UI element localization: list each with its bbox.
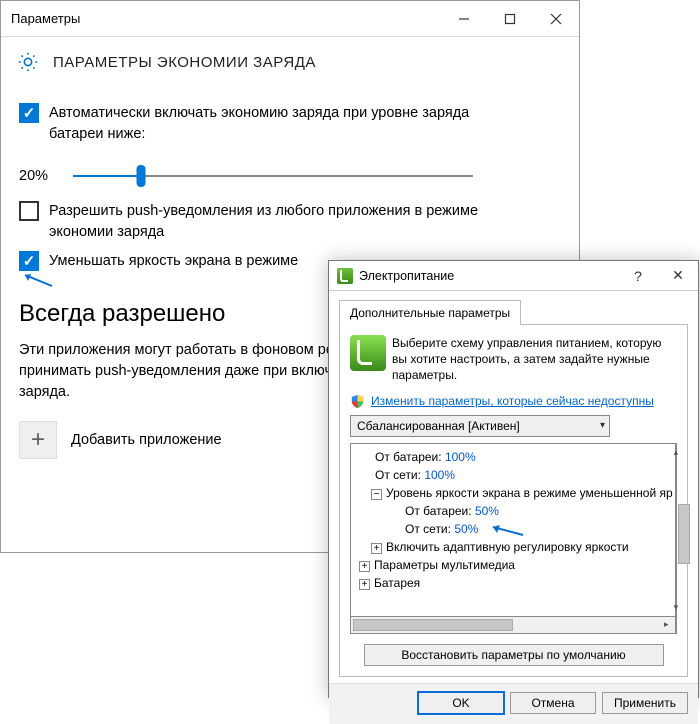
apply-button[interactable]: Применить bbox=[602, 692, 688, 714]
threshold-slider-row: 20% bbox=[19, 165, 561, 187]
tree-dim-plugged-value[interactable]: 50% bbox=[454, 522, 478, 536]
power-description: Выберите схему управления питанием, кото… bbox=[392, 335, 677, 384]
push-row: Разрешить push-уведомления из любого при… bbox=[19, 201, 561, 243]
help-button[interactable]: ? bbox=[618, 261, 658, 291]
tree-multimedia[interactable]: Параметры мультимедиа bbox=[374, 558, 515, 572]
expand-icon[interactable]: + bbox=[371, 543, 382, 554]
collapse-icon[interactable]: − bbox=[371, 489, 382, 500]
power-plan-icon bbox=[337, 268, 353, 284]
page-header: ПАРАМЕТРЫ ЭКОНОМИИ ЗАРЯДА bbox=[1, 37, 579, 83]
settings-titlebar: Параметры bbox=[1, 1, 579, 37]
tree-adaptive-brightness[interactable]: Включить адаптивную регулировку яркости bbox=[386, 540, 629, 554]
cancel-button[interactable]: Отмена bbox=[510, 692, 596, 714]
power-tab-content: Выберите схему управления питанием, кото… bbox=[339, 325, 688, 677]
admin-link-row: Изменить параметры, которые сейчас недос… bbox=[350, 394, 677, 409]
annotation-arrow-icon bbox=[483, 522, 527, 540]
power-window-title: Электропитание bbox=[359, 269, 618, 283]
tree-battery-group[interactable]: Батарея bbox=[374, 576, 420, 590]
maximize-button[interactable] bbox=[487, 1, 533, 37]
dim-checkbox[interactable] bbox=[19, 251, 39, 271]
auto-enable-label: Автоматически включать экономию заряда п… bbox=[49, 103, 509, 145]
ok-button[interactable]: OK bbox=[418, 692, 504, 714]
tab-advanced[interactable]: Дополнительные параметры bbox=[339, 300, 521, 325]
chevron-down-icon: ▾ bbox=[600, 420, 605, 431]
tree-scroll-horizontal[interactable]: ◂ ▸ bbox=[350, 617, 676, 634]
minimize-button[interactable] bbox=[441, 1, 487, 37]
expand-icon[interactable]: + bbox=[359, 561, 370, 572]
power-footer: OK Отмена Применить bbox=[329, 683, 698, 724]
scroll-right-icon[interactable]: ▸ bbox=[658, 617, 675, 633]
power-close-button[interactable]: ✕ bbox=[658, 261, 698, 291]
tree-dim-plugged-label: От сети: bbox=[405, 522, 451, 536]
slider-value: 20% bbox=[19, 168, 55, 184]
power-description-row: Выберите схему управления питанием, кото… bbox=[350, 335, 677, 384]
auto-enable-checkbox[interactable] bbox=[19, 103, 39, 123]
tree-dim-brightness[interactable]: Уровень яркости экрана в режиме уменьшен… bbox=[386, 486, 673, 500]
close-button[interactable] bbox=[533, 1, 579, 37]
push-checkbox[interactable] bbox=[19, 201, 39, 221]
plus-icon: + bbox=[19, 421, 57, 459]
tree-battery-value[interactable]: 100% bbox=[445, 450, 476, 464]
push-label: Разрешить push-уведомления из любого при… bbox=[49, 201, 509, 243]
tree-battery-label: От батареи: bbox=[375, 450, 442, 464]
add-application-label: Добавить приложение bbox=[71, 432, 222, 448]
scroll-thumb[interactable] bbox=[678, 504, 690, 564]
dim-label: Уменьшать яркость экрана в режиме bbox=[49, 251, 298, 272]
tree-dim-battery-value[interactable]: 50% bbox=[475, 504, 499, 518]
gear-icon bbox=[17, 51, 39, 73]
power-body: Дополнительные параметры Выберите схему … bbox=[329, 291, 698, 683]
settings-window-title: Параметры bbox=[11, 11, 441, 26]
tree-plugged-value[interactable]: 100% bbox=[424, 468, 455, 482]
restore-defaults-button[interactable]: Восстановить параметры по умолчанию bbox=[364, 644, 664, 666]
settings-tree[interactable]: От батареи: 100% От сети: 100% −Уровень … bbox=[350, 443, 676, 617]
power-plan-large-icon bbox=[350, 335, 386, 371]
page-title: ПАРАМЕТРЫ ЭКОНОМИИ ЗАРЯДА bbox=[53, 54, 316, 71]
power-plan-selected: Сбалансированная [Активен] bbox=[357, 419, 520, 433]
auto-enable-row: Автоматически включать экономию заряда п… bbox=[19, 103, 561, 145]
annotation-arrow-icon bbox=[17, 271, 57, 291]
expand-icon[interactable]: + bbox=[359, 579, 370, 590]
tree-scroll-vertical[interactable]: ▴ ▾ bbox=[676, 443, 677, 634]
scroll-thumb[interactable] bbox=[353, 619, 513, 631]
shield-icon bbox=[350, 394, 365, 409]
power-plan-combo[interactable]: Сбалансированная [Активен] ▾ bbox=[350, 415, 610, 437]
power-titlebar: Электропитание ? ✕ bbox=[329, 261, 698, 291]
admin-link[interactable]: Изменить параметры, которые сейчас недос… bbox=[371, 394, 654, 408]
tree-plugged-label: От сети: bbox=[375, 468, 421, 482]
tree-dim-battery-label: От батареи: bbox=[405, 504, 472, 518]
power-tabs: Дополнительные параметры bbox=[339, 299, 688, 325]
threshold-slider[interactable] bbox=[73, 165, 473, 187]
power-options-dialog: Электропитание ? ✕ Дополнительные параме… bbox=[328, 260, 699, 698]
